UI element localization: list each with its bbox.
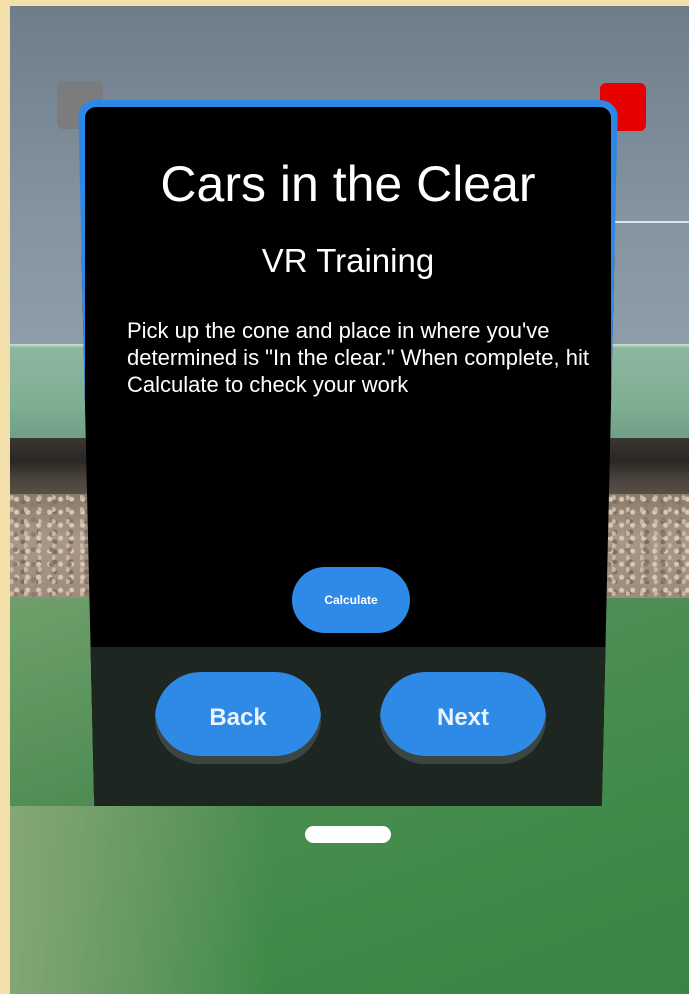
next-button[interactable]: Next [380,672,546,764]
panel-footer: Back Next [85,647,611,806]
drag-handle[interactable] [305,826,391,843]
back-button[interactable]: Back [155,672,321,764]
panel-subtitle: VR Training [261,242,435,279]
grass-highlight [10,806,270,994]
instructions-text: Pick up the cone and place in where you'… [127,318,589,397]
training-panel: Cars in the Clear VR Training Pick up th… [78,100,618,806]
horizon-line [610,221,689,223]
calculate-button[interactable]: Calculate [292,567,410,633]
panel-title: Cars in the Clear [160,156,536,212]
